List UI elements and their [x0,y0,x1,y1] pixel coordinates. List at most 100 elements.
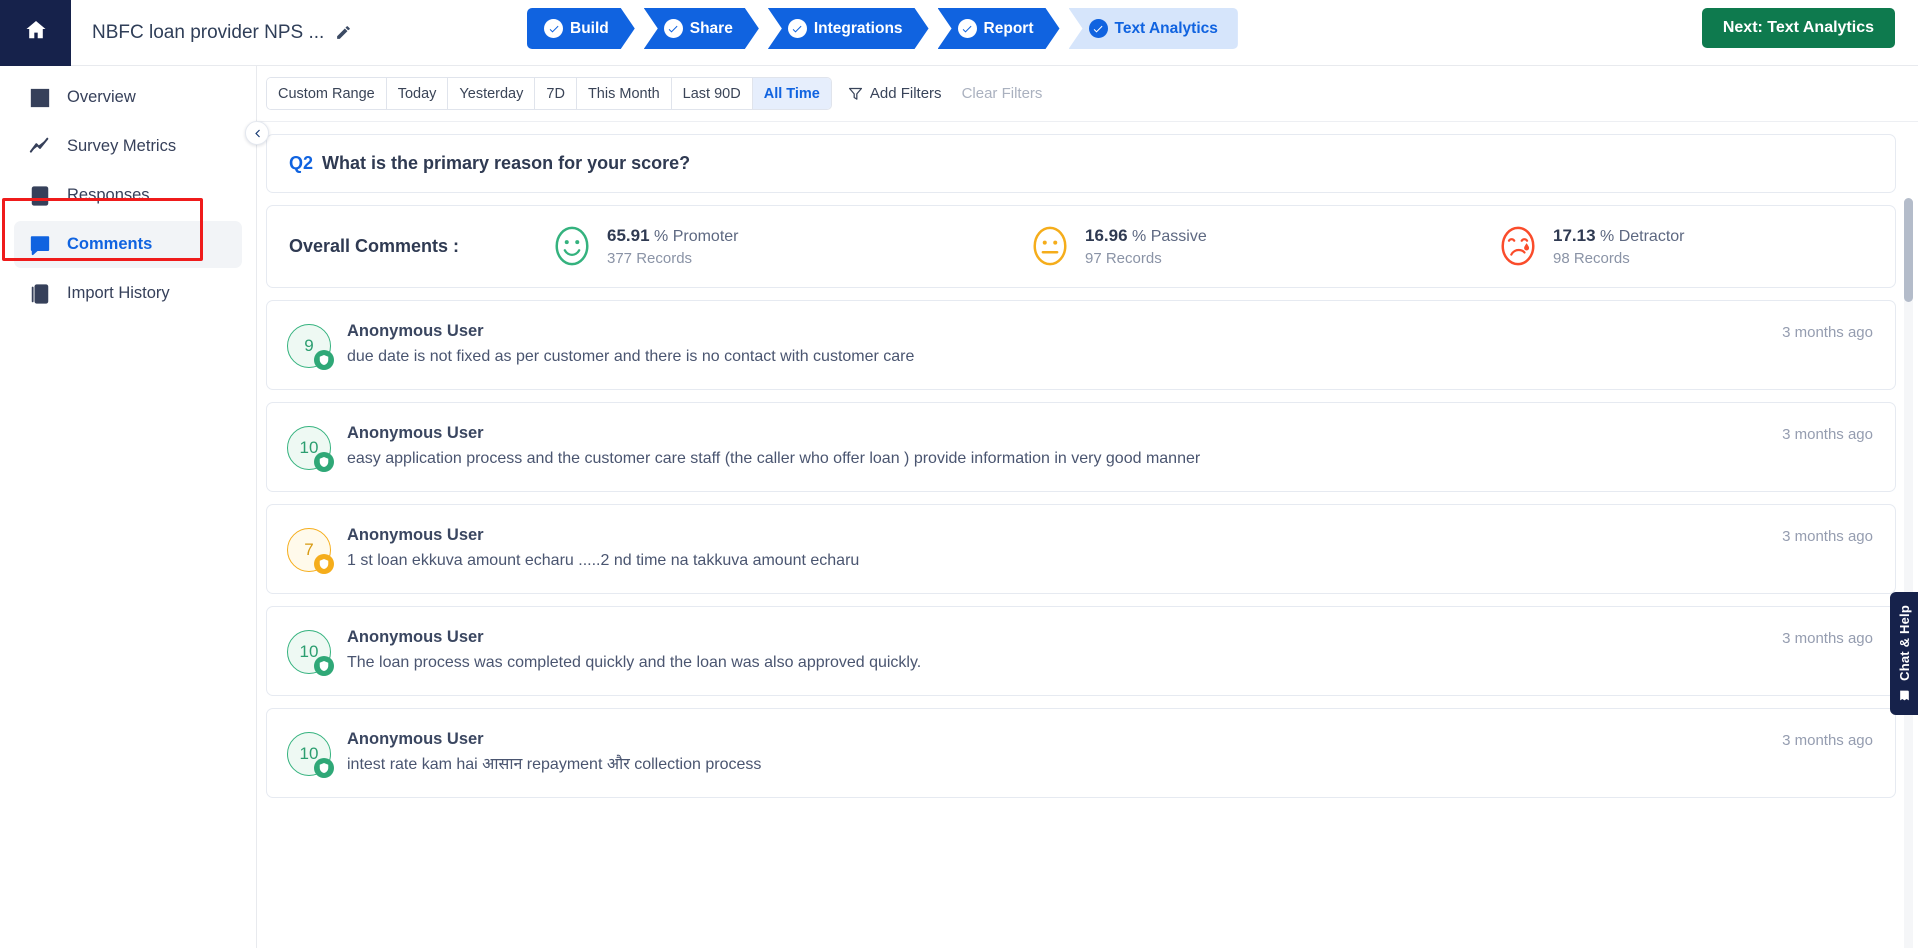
step-label: Text Analytics [1114,19,1218,37]
range-all-time[interactable]: All Time [752,78,831,109]
range-last-90d[interactable]: Last 90D [671,78,753,109]
range-yesterday[interactable]: Yesterday [448,78,536,109]
check-circle-icon [544,19,563,38]
sidebar-item-label: Overview [67,88,136,106]
promoter-percent-line: 65.91 % Promoter [607,224,738,249]
sidebar-collapse-button[interactable] [245,121,269,145]
check-circle-icon [664,19,683,38]
table-row[interactable]: 10 Anonymous User intest rate kam hai आस… [266,707,1896,798]
sad-sweating-face-icon [1497,225,1539,267]
top-bar: NBFC loan provider NPS ... Build Share I… [0,0,1918,66]
range-this-month[interactable]: This Month [576,78,672,109]
step-report[interactable]: Report [938,8,1060,49]
date-range-segmented-control: Custom Range Today Yesterday 7D This Mon… [266,77,832,110]
comment-text: The loan process was completed quickly a… [347,653,922,671]
check-circle-icon [788,19,807,38]
add-filters-button[interactable]: Add Filters [848,85,942,102]
sidebar-item-label: Responses [67,186,150,204]
comment-text: due date is not fixed as per customer an… [347,347,915,365]
promoter-records: 377 Records [607,249,693,267]
sidebar-item-label: Survey Metrics [67,137,177,155]
sidebar-item-comments[interactable]: Comments [14,221,242,268]
add-filters-label: Add Filters [869,85,942,102]
trend-line-icon [28,135,51,158]
question-text: What is the primary reason for your scor… [322,153,691,173]
overall-comments-label: Overall Comments : [289,235,460,256]
main-content: Custom Range Today Yesterday 7D This Mon… [257,66,1918,948]
range-custom-range[interactable]: Custom Range [267,78,387,109]
stat-passive: 16.96 % Passive 97 Records [1029,224,1409,269]
comment-user: Anonymous User [347,423,484,442]
next-text-analytics-button[interactable]: Next: Text Analytics [1701,8,1895,48]
comments-scroll-area: Q2 What is the primary reason for your s… [257,122,1918,948]
comment-user: Anonymous User [347,525,484,544]
score-badge: 9 [287,323,334,370]
chat-and-help-label: Chat & Help [1896,605,1912,681]
step-text-analytics[interactable]: Text Analytics [1068,8,1238,49]
score-badge: 10 [287,425,334,472]
check-circle-icon [1088,19,1108,38]
passive-percent-line: 16.96 % Passive [1085,224,1207,249]
table-row[interactable]: 9 Anonymous User due date is not fixed a… [266,299,1896,390]
sidebar-item-import-history[interactable]: Import History [14,270,242,317]
step-label: Integrations [813,19,903,37]
step-label: Report [983,19,1034,37]
passive-name: Passive [1150,228,1207,245]
clear-filters-button[interactable]: Clear Filters [962,85,1043,102]
overall-comments-card: Overall Comments : 65.91 % Promoter 377 … [266,205,1896,288]
score-badge: 10 [287,731,334,778]
comment-body: Anonymous User The loan process was comp… [347,628,1760,674]
funnel-filter-icon [848,86,863,101]
sidebar-item-responses[interactable]: Responses [14,172,242,219]
step-label: Share [689,19,733,37]
comment-timestamp: 3 months ago [1782,323,1873,341]
sidebar: Overview Survey Metrics Responses Commen… [0,66,257,948]
scrollbar-thumb[interactable] [1904,198,1913,302]
score-badge: 7 [287,527,334,574]
sidebar-item-overview[interactable]: Overview [14,74,242,121]
stat-promoter: 65.91 % Promoter 377 Records [551,224,931,269]
detractor-name: Detractor [1618,228,1685,245]
pencil-edit-icon[interactable] [335,24,352,41]
comment-body: Anonymous User 1 st loan ekkuva amount e… [347,526,1760,572]
comment-timestamp: 3 months ago [1782,731,1873,749]
stat-detractor: 17.13 % Detractor 98 Records [1497,224,1877,269]
table-row[interactable]: 7 Anonymous User 1 st loan ekkuva amount… [266,503,1896,594]
home-button[interactable] [0,0,71,66]
table-row[interactable]: 10 Anonymous User easy application proce… [266,401,1896,492]
comment-timestamp: 3 months ago [1782,425,1873,443]
nps-type-icon [314,757,334,778]
range-7d[interactable]: 7D [535,78,577,109]
passive-percent: 16.96 [1085,226,1128,245]
comment-bubble-icon [28,233,51,256]
comment-body: Anonymous User intest rate kam hai आसान … [347,730,1760,776]
step-build[interactable]: Build [527,8,635,49]
table-row[interactable]: 10 Anonymous User The loan process was c… [266,605,1896,696]
sidebar-item-survey-metrics[interactable]: Survey Metrics [14,123,242,170]
sidebar-item-label: Import History [67,284,170,302]
check-circle-icon [958,19,977,38]
nps-type-icon [314,655,334,676]
step-label: Build [570,19,609,37]
comment-text: 1 st loan ekkuva amount echaru .....2 nd… [347,551,860,569]
nps-type-icon [314,349,334,370]
filter-bar: Custom Range Today Yesterday 7D This Mon… [257,66,1918,122]
survey-title-group: NBFC loan provider NPS ... [92,22,352,44]
passive-unit: % [1132,228,1147,245]
step-integrations[interactable]: Integrations [768,8,929,49]
step-share[interactable]: Share [644,8,759,49]
range-today[interactable]: Today [386,78,449,109]
promoter-percent: 65.91 [607,226,650,245]
comment-timestamp: 3 months ago [1782,629,1873,647]
comment-text: intest rate kam hai आसान repayment और co… [347,755,762,773]
nps-type-icon [314,451,334,472]
promoter-name: Promoter [672,228,739,245]
home-icon [24,18,48,47]
sidebar-item-label: Comments [67,235,153,253]
chat-and-help-tab[interactable]: Chat & Help [1890,592,1918,715]
workflow-stepper: Build Share Integrations Report Text Ana… [527,8,1238,49]
question-number: Q2 [289,153,314,173]
comment-text: easy application process and the custome… [347,449,1201,467]
scrollbar-track[interactable] [1904,198,1913,948]
survey-title: NBFC loan provider NPS ... [92,21,325,43]
